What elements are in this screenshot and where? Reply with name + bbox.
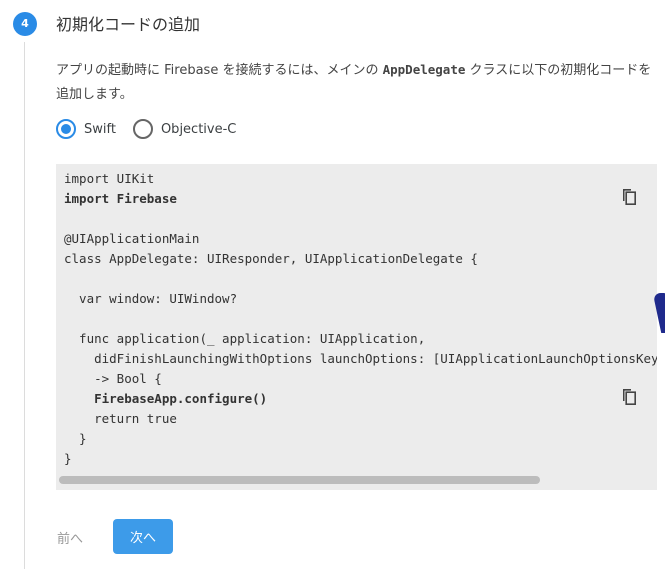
copy-icon[interactable]: [621, 188, 637, 206]
code-text: import UIKit import Firebase @UIApplicati…: [64, 169, 657, 469]
step-number-badge: 4: [13, 12, 37, 36]
code-line: @UIApplicationMain: [64, 231, 200, 246]
radio-label: Swift: [84, 121, 116, 137]
code-block: import UIKit import Firebase @UIApplicati…: [56, 164, 657, 490]
code-line: import UIKit: [64, 171, 155, 186]
desc-code: AppDelegate: [382, 62, 466, 77]
radio-swift[interactable]: Swift: [56, 119, 116, 139]
desc-text: アプリの起動時に Firebase を接続するには、メインの: [56, 63, 383, 78]
next-button[interactable]: 次へ: [113, 519, 173, 554]
code-line: FirebaseApp.configure(): [64, 391, 268, 406]
language-radio-group: Swift Objective-C: [56, 119, 253, 139]
step-description: アプリの起動時に Firebase を接続するには、メインの AppDelega…: [56, 58, 656, 107]
code-line: }: [64, 431, 87, 446]
step-title: 初期化コードの追加: [56, 15, 201, 34]
code-line: didFinishLaunchingWithOptions launchOpti…: [64, 351, 657, 366]
code-line: -> Bool {: [64, 371, 162, 386]
radio-label: Objective-C: [160, 121, 237, 137]
prev-button[interactable]: 前へ: [57, 528, 83, 547]
code-line: }: [64, 451, 72, 466]
code-line: import Firebase: [64, 191, 177, 206]
stepper-line: [24, 42, 25, 569]
radio-checked-icon: [56, 119, 76, 139]
code-line: return true: [64, 411, 177, 426]
radio-unchecked-icon: [132, 119, 153, 139]
code-line: var window: UIWindow?: [64, 291, 238, 306]
radio-objective-c[interactable]: Objective-C: [132, 119, 237, 139]
horizontal-scrollbar[interactable]: [59, 476, 540, 484]
code-line: class AppDelegate: UIResponder, UIApplic…: [64, 251, 478, 266]
copy-icon[interactable]: [621, 388, 637, 406]
code-line: func application(_ application: UIApplic…: [64, 331, 426, 346]
